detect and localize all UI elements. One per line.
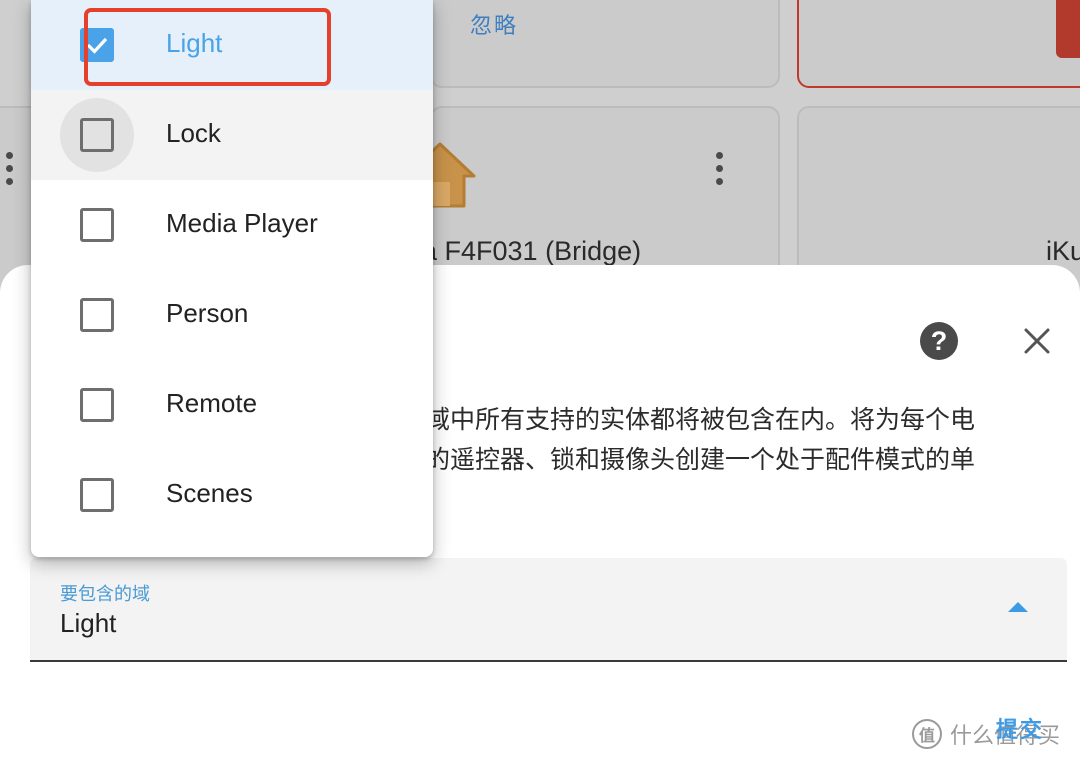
menu-item-lock[interactable]: Lock	[31, 90, 433, 180]
checkbox-container[interactable]	[60, 278, 134, 352]
domain-select-value: Light	[60, 608, 117, 638]
annotation-highlight-box	[84, 8, 331, 86]
description-line-2: 动的遥控器、锁和摄像头创建一个处于配件模式的单	[400, 446, 976, 474]
checkbox-icon[interactable]	[80, 118, 114, 152]
menu-item-label: Remote	[166, 388, 258, 418]
domain-dropdown-menu: Light Lock Media Player Person Remote Sc…	[31, 0, 433, 557]
arrow-up-icon[interactable]	[1008, 602, 1028, 612]
checkbox-icon[interactable]	[80, 478, 114, 512]
menu-item-remote[interactable]: Remote	[31, 360, 433, 450]
checkbox-container[interactable]	[60, 188, 134, 262]
menu-item-label: Lock	[166, 118, 221, 148]
checkbox-icon[interactable]	[80, 298, 114, 332]
background-red-button[interactable]	[1056, 0, 1080, 58]
more-vert-icon[interactable]	[5, 152, 13, 185]
checkbox-container[interactable]	[60, 458, 134, 532]
help-icon[interactable]: ?	[920, 322, 958, 360]
menu-item-label: Person	[166, 298, 249, 328]
right-device-name: iKu	[1046, 236, 1080, 266]
dialog-description: ，域中所有支持的实体都将被包含在内。将为每个电 动的遥控器、锁和摄像头创建一个处…	[400, 400, 1080, 480]
menu-item-label: Media Player	[166, 208, 318, 238]
more-vert-icon[interactable]	[715, 152, 723, 185]
close-icon[interactable]	[1018, 322, 1056, 360]
domain-select-label: 要包含的域	[60, 584, 150, 604]
bridge-device-name: era F4F031 (Bridge)	[398, 236, 642, 266]
description-line-1: ，域中所有支持的实体都将被包含在内。将为每个电	[400, 406, 976, 434]
submit-button[interactable]: 提交	[996, 712, 1044, 744]
menu-item-person[interactable]: Person	[31, 270, 433, 360]
checkbox-container[interactable]	[60, 368, 134, 442]
menu-item-scenes[interactable]: Scenes	[31, 450, 433, 540]
background-card-top-right	[797, 0, 1080, 88]
ignore-button[interactable]: 忽略	[470, 8, 518, 40]
watermark-logo-icon: 值	[912, 719, 942, 749]
menu-item-label: Scenes	[166, 478, 253, 508]
checkbox-icon[interactable]	[80, 388, 114, 422]
menu-item-media-player[interactable]: Media Player	[31, 180, 433, 270]
domain-select[interactable]: 要包含的域 Light	[30, 558, 1067, 662]
checkbox-container[interactable]	[60, 98, 134, 172]
checkbox-icon[interactable]	[80, 208, 114, 242]
